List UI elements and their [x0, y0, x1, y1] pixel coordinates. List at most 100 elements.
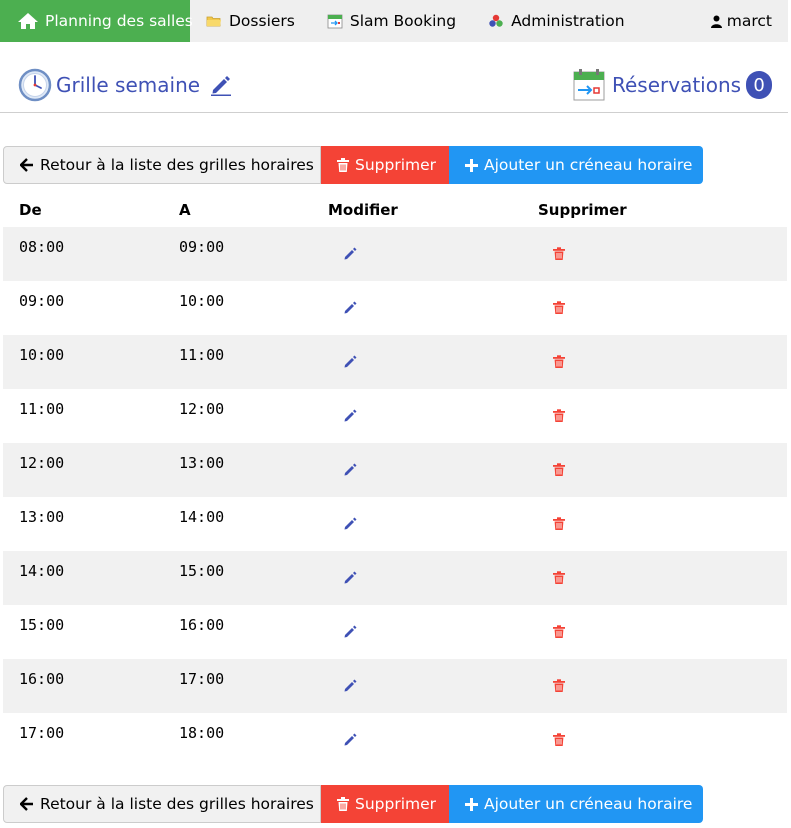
delete-slot-trash-icon[interactable] — [553, 301, 565, 314]
table-header: De A Modifier Supprimer — [3, 193, 787, 227]
folder-icon — [206, 14, 222, 28]
table-body: 08:00 09:00 09:00 10:00 10:00 11:00 11:00 12:00… — [3, 227, 787, 767]
cell-from: 13:00 — [19, 508, 65, 526]
trash-icon — [337, 158, 349, 172]
table-row: 13:00 14:00 — [3, 497, 787, 551]
table-row: 12:00 13:00 — [3, 443, 787, 497]
cell-to: 18:00 — [179, 724, 225, 742]
add-button-label: Ajouter un créneau horaire — [484, 156, 693, 174]
delete-slot-trash-icon[interactable] — [553, 409, 565, 422]
delete-button-label: Supprimer — [355, 795, 437, 813]
cell-to: 12:00 — [179, 400, 225, 418]
edit-slot-pencil-icon[interactable] — [343, 517, 357, 531]
edit-slot-pencil-icon[interactable] — [343, 463, 357, 477]
page-title: Grille semaine — [56, 73, 201, 97]
table-row: 11:00 12:00 — [3, 389, 787, 443]
arrow-left-icon — [20, 797, 34, 811]
trash-icon — [337, 797, 349, 811]
table-row: 14:00 15:00 — [3, 551, 787, 605]
reservations-count-badge: 0 — [746, 71, 773, 99]
edit-slot-pencil-icon[interactable] — [343, 301, 357, 315]
add-button-label: Ajouter un créneau horaire — [484, 795, 693, 813]
delete-grid-button-bottom[interactable]: Supprimer — [321, 785, 449, 823]
back-button-label: Retour à la liste des grilles horaires — [40, 156, 314, 174]
back-to-list-button[interactable]: Retour à la liste des grilles horaires — [3, 146, 321, 184]
cell-to: 11:00 — [179, 346, 225, 364]
reservations-link[interactable]: Réservations — [612, 73, 741, 97]
nav-slam-booking[interactable]: Slam Booking — [311, 0, 472, 42]
table-row: 17:00 18:00 — [3, 713, 787, 767]
nav-home-label: Planning des salles — [45, 12, 193, 30]
back-to-list-button-bottom[interactable]: Retour à la liste des grilles horaires — [3, 785, 321, 823]
edit-slot-pencil-icon[interactable] — [343, 571, 357, 585]
reservations-group[interactable]: Réservations 0 — [572, 68, 773, 102]
edit-slot-pencil-icon[interactable] — [343, 409, 357, 423]
nav-dossiers[interactable]: Dossiers — [190, 0, 311, 42]
nav-administration[interactable]: Administration — [472, 0, 640, 42]
arrow-left-icon — [20, 158, 34, 172]
nav-user-label: marct — [726, 12, 772, 30]
plus-icon — [465, 158, 478, 172]
edit-slot-pencil-icon[interactable] — [343, 679, 357, 693]
header-to: A — [179, 201, 191, 219]
back-button-label: Retour à la liste des grilles horaires — [40, 795, 314, 813]
delete-slot-trash-icon[interactable] — [553, 517, 565, 530]
nav-planning-des-salles[interactable]: Planning des salles — [0, 0, 193, 42]
plus-icon — [465, 797, 478, 811]
table-row: 15:00 16:00 — [3, 605, 787, 659]
bottom-action-bar: Retour à la liste des grilles horaires S… — [3, 785, 703, 823]
delete-slot-trash-icon[interactable] — [553, 571, 565, 584]
cell-from: 17:00 — [19, 724, 65, 742]
cell-from: 09:00 — [19, 292, 65, 310]
cubes-icon — [488, 14, 504, 28]
cell-from: 15:00 — [19, 616, 65, 634]
table-row: 16:00 17:00 — [3, 659, 787, 713]
delete-slot-trash-icon[interactable] — [553, 625, 565, 638]
edit-slot-pencil-icon[interactable] — [343, 625, 357, 639]
user-icon — [710, 15, 722, 28]
add-slot-button[interactable]: Ajouter un créneau horaire — [449, 146, 703, 184]
cell-from: 08:00 — [19, 238, 65, 256]
pencil-icon[interactable] — [210, 74, 232, 96]
delete-slot-trash-icon[interactable] — [553, 733, 565, 746]
cell-from: 14:00 — [19, 562, 65, 580]
edit-slot-pencil-icon[interactable] — [343, 733, 357, 747]
edit-slot-pencil-icon[interactable] — [343, 247, 357, 261]
nav-dossiers-label: Dossiers — [229, 12, 295, 30]
delete-slot-trash-icon[interactable] — [553, 679, 565, 692]
cell-from: 16:00 — [19, 670, 65, 688]
top-navbar: Planning des salles Dossiers Slam Bookin… — [0, 0, 788, 42]
header-edit: Modifier — [328, 201, 398, 219]
nav-admin-label: Administration — [511, 12, 625, 30]
delete-slot-trash-icon[interactable] — [553, 463, 565, 476]
cell-to: 13:00 — [179, 454, 225, 472]
add-slot-button-bottom[interactable]: Ajouter un créneau horaire — [449, 785, 703, 823]
table-row: 10:00 11:00 — [3, 335, 787, 389]
home-icon — [17, 12, 39, 30]
clock-icon — [18, 68, 52, 102]
delete-slot-trash-icon[interactable] — [553, 247, 565, 260]
cell-to: 09:00 — [179, 238, 225, 256]
calendar-arrow-icon — [327, 13, 343, 29]
header-from: De — [19, 201, 42, 219]
delete-grid-button[interactable]: Supprimer — [321, 146, 449, 184]
nav-slam-label: Slam Booking — [349, 12, 457, 30]
calendar-icon — [572, 68, 606, 102]
nav-user-menu[interactable]: marct — [695, 0, 788, 42]
time-slots-table: De A Modifier Supprimer 08:00 09:00 09:00 1… — [3, 193, 787, 767]
title-group: Grille semaine — [18, 68, 232, 102]
cell-to: 15:00 — [179, 562, 225, 580]
delete-button-label: Supprimer — [355, 156, 437, 174]
table-row: 08:00 09:00 — [3, 227, 787, 281]
cell-to: 14:00 — [179, 508, 225, 526]
cell-to: 16:00 — [179, 616, 225, 634]
edit-slot-pencil-icon[interactable] — [343, 355, 357, 369]
header-delete: Supprimer — [538, 201, 627, 219]
cell-from: 10:00 — [19, 346, 65, 364]
top-action-bar: Retour à la liste des grilles horaires S… — [3, 146, 703, 184]
cell-to: 10:00 — [179, 292, 225, 310]
delete-slot-trash-icon[interactable] — [553, 355, 565, 368]
cell-from: 12:00 — [19, 454, 65, 472]
table-row: 09:00 10:00 — [3, 281, 787, 335]
